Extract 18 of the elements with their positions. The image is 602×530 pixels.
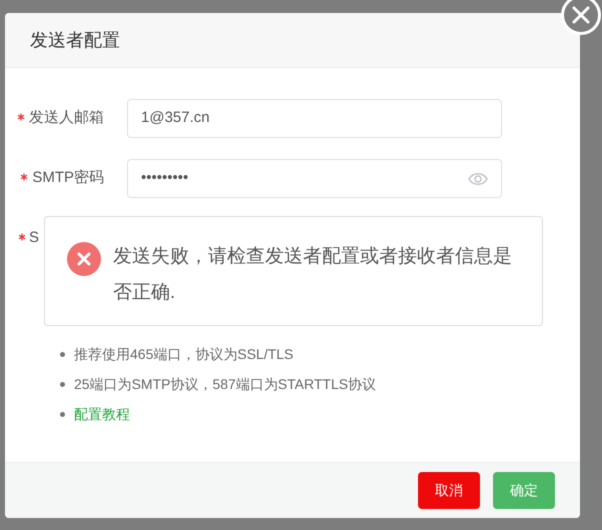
tip-text: 推荐使用465端口，协议为SSL/TLS bbox=[74, 345, 294, 364]
cancel-button[interactable]: 取消 bbox=[418, 472, 480, 509]
tutorial-link[interactable]: 配置教程 bbox=[74, 404, 130, 425]
password-field[interactable]: ••••••••• bbox=[127, 159, 502, 198]
close-icon bbox=[572, 6, 590, 24]
tip-text: 25端口为SMTP协议，587端口为STARTTLS协议 bbox=[74, 375, 376, 394]
field-label: 发送人邮箱 bbox=[29, 108, 104, 128]
confirm-button[interactable]: 确定 bbox=[493, 472, 555, 509]
error-icon bbox=[67, 242, 101, 276]
bullet-icon bbox=[60, 382, 65, 387]
bullet-icon bbox=[60, 412, 65, 417]
field-label: SMTP密码 bbox=[32, 168, 104, 188]
field-label: S bbox=[29, 228, 40, 248]
email-field[interactable]: 1@357.cn bbox=[127, 99, 502, 138]
dialog-title: 发送者配置 bbox=[30, 28, 120, 52]
bullet-icon bbox=[60, 352, 65, 357]
close-button[interactable] bbox=[561, 0, 601, 35]
error-message: 发送失败，请检查发送者配置或者接收者信息是否正确. bbox=[113, 245, 513, 305]
